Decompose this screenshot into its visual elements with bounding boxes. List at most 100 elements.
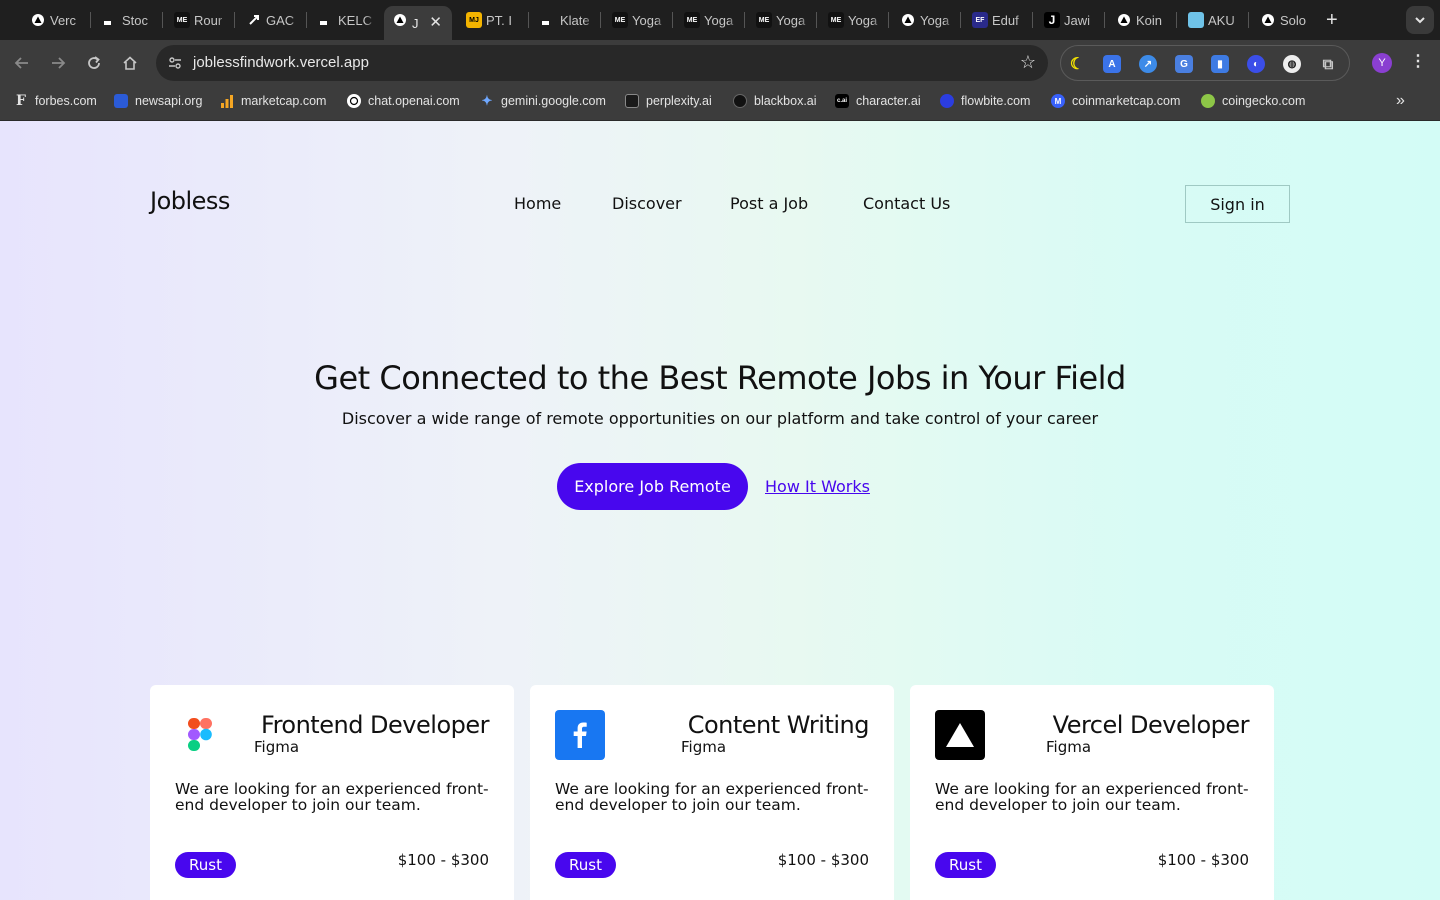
how-it-works-link[interactable]: How It Works bbox=[765, 477, 870, 496]
blackbox-icon bbox=[733, 94, 747, 108]
flowbite-icon bbox=[940, 94, 954, 108]
tab-title: Eduf bbox=[992, 12, 1019, 28]
browser-tab[interactable]: ME Yoga bbox=[604, 6, 666, 34]
browser-tab[interactable]: Verc bbox=[22, 6, 84, 34]
triangle-icon bbox=[900, 12, 916, 28]
coinmarketcap-icon: M bbox=[1051, 94, 1065, 108]
bookmark-label: character.ai bbox=[856, 94, 921, 108]
company-name: Figma bbox=[254, 738, 300, 756]
browser-tab[interactable]: ME Yoga bbox=[748, 6, 810, 34]
reload-button[interactable] bbox=[83, 52, 105, 74]
close-icon[interactable]: ✕ bbox=[429, 13, 442, 31]
bookmark-item[interactable]: blackbox.ai bbox=[733, 94, 817, 108]
browser-tab[interactable]: Koin bbox=[1108, 6, 1174, 34]
bookmark-item[interactable]: chat.openai.com bbox=[347, 94, 460, 108]
job-card[interactable]: Content Writing Figma We are looking for… bbox=[530, 685, 894, 900]
job-description: We are looking for an experienced front-… bbox=[555, 780, 869, 814]
browser-tab[interactable]: AKU bbox=[1180, 6, 1242, 34]
sign-in-button[interactable]: Sign in bbox=[1185, 185, 1290, 223]
nav-home[interactable]: Home bbox=[514, 194, 561, 213]
bookmark-item[interactable]: M coinmarketcap.com bbox=[1051, 94, 1180, 108]
bookmark-item[interactable]: perplexity.ai bbox=[625, 94, 712, 108]
browser-tab[interactable]: Klate bbox=[532, 6, 594, 34]
bookmark-label: chat.openai.com bbox=[368, 94, 460, 108]
browser-tab[interactable]: Yoga bbox=[892, 6, 954, 34]
job-card[interactable]: Vercel Developer Figma We are looking fo… bbox=[910, 685, 1274, 900]
browser-tab[interactable]: EF Eduf bbox=[964, 6, 1026, 34]
triangle-icon bbox=[30, 12, 46, 28]
more-menu-icon[interactable]: ⋮ bbox=[1410, 51, 1426, 71]
google-translate-extension-icon[interactable]: G bbox=[1175, 55, 1193, 73]
browser-tab[interactable]: Solo bbox=[1252, 6, 1318, 34]
nav-discover[interactable]: Discover bbox=[612, 194, 682, 213]
compass-extension-icon[interactable]: ↗ bbox=[1139, 55, 1157, 73]
bookmark-label: forbes.com bbox=[35, 94, 97, 108]
job-title: Content Writing bbox=[687, 711, 870, 739]
job-card[interactable]: Frontend Developer Figma We are looking … bbox=[150, 685, 514, 900]
bookmark-item[interactable]: coingecko.com bbox=[1201, 94, 1305, 108]
nav-contact-us[interactable]: Contact Us bbox=[863, 194, 950, 213]
tab-title: Yoga bbox=[776, 12, 806, 28]
browser-tab[interactable]: MJ PT. I bbox=[458, 6, 524, 34]
skill-tag[interactable]: Rust bbox=[555, 852, 616, 878]
tab-title: Solo bbox=[1280, 12, 1307, 28]
explore-jobs-button[interactable]: Explore Job Remote bbox=[557, 463, 748, 510]
tab-title: Jawi bbox=[1064, 12, 1091, 28]
home-button[interactable] bbox=[119, 52, 141, 74]
profile-avatar[interactable]: Y bbox=[1372, 53, 1392, 73]
bookmark-label: marketcap.com bbox=[241, 94, 327, 108]
site-logo[interactable]: Jobless bbox=[150, 187, 230, 215]
bookmark-item[interactable]: flowbite.com bbox=[940, 94, 1030, 108]
docs-extension-icon[interactable]: ▮ bbox=[1211, 55, 1229, 73]
bookmark-item[interactable]: F forbes.com bbox=[14, 93, 97, 109]
arrow-icon bbox=[246, 12, 262, 28]
browser-tab-strip: Verc Stoc ME Rour GAC KELC J ✕ MJ PT. I … bbox=[0, 0, 1440, 40]
browser-tab[interactable]: KELC bbox=[310, 6, 376, 34]
bookmark-item[interactable]: c.ai character.ai bbox=[835, 94, 921, 108]
ef-icon: EF bbox=[972, 12, 988, 28]
extensions-puzzle-icon[interactable]: ⧉ bbox=[1319, 55, 1337, 73]
bookmark-star-icon[interactable]: ☆ bbox=[1020, 52, 1036, 73]
extensions-area: ☾ A ↗ G ▮ ◐ ◍ ⧉ bbox=[1060, 45, 1350, 81]
bookmark-item[interactable]: marketcap.com bbox=[220, 94, 326, 108]
nav-post-a-job[interactable]: Post a Job bbox=[730, 194, 808, 213]
company-name: Figma bbox=[681, 738, 727, 756]
image-icon bbox=[1188, 12, 1204, 28]
tab-search-button[interactable] bbox=[1406, 6, 1434, 34]
browser-tab[interactable]: ME Rour bbox=[166, 6, 228, 34]
job-description: We are looking for an experienced front-… bbox=[935, 780, 1249, 814]
tab-title: Stoc bbox=[122, 12, 149, 28]
tab-title: Yoga bbox=[704, 12, 734, 28]
browser-tab-active[interactable]: J ✕ bbox=[384, 6, 452, 40]
browser-tab[interactable]: Stoc bbox=[94, 6, 156, 34]
browser-tab[interactable]: GAC bbox=[238, 6, 300, 34]
browser-tab[interactable]: ME Yoga bbox=[676, 6, 738, 34]
me-icon: ME bbox=[612, 12, 628, 28]
me-icon: ME bbox=[684, 12, 700, 28]
skill-tag[interactable]: Rust bbox=[935, 852, 996, 878]
forward-button[interactable] bbox=[47, 52, 69, 74]
skill-tag[interactable]: Rust bbox=[175, 852, 236, 878]
bookmark-label: flowbite.com bbox=[961, 94, 1031, 108]
back-button[interactable] bbox=[11, 52, 33, 74]
browser-tab[interactable]: J Jawi bbox=[1036, 6, 1098, 34]
globe-extension-icon[interactable]: ◍ bbox=[1283, 55, 1301, 73]
address-bar[interactable]: joblessfindwork.vercel.app ☆ bbox=[156, 45, 1048, 81]
url-text[interactable]: joblessfindwork.vercel.app bbox=[193, 54, 369, 71]
browser-tab[interactable]: ME Yoga bbox=[820, 6, 882, 34]
job-title: Vercel Developer bbox=[1052, 711, 1250, 739]
site-settings-icon[interactable] bbox=[165, 53, 185, 73]
bookmarks-overflow-icon[interactable]: » bbox=[1396, 92, 1405, 110]
tab-title: Koin bbox=[1136, 12, 1163, 28]
bookmark-item[interactable]: ✦ gemini.google.com bbox=[480, 93, 606, 108]
dark-mode-extension-icon[interactable]: ☾ bbox=[1068, 55, 1086, 73]
figma-logo-icon bbox=[175, 710, 225, 760]
perplexity-icon bbox=[625, 94, 639, 108]
translate-a-extension-icon[interactable]: A bbox=[1103, 55, 1121, 73]
j-icon: J bbox=[1044, 12, 1060, 28]
home-icon bbox=[123, 56, 137, 70]
me-icon: ME bbox=[828, 12, 844, 28]
bookmark-item[interactable]: newsapi.org bbox=[114, 94, 202, 108]
capture-extension-icon[interactable]: ◐ bbox=[1247, 55, 1265, 73]
new-tab-button[interactable]: + bbox=[1326, 9, 1338, 32]
